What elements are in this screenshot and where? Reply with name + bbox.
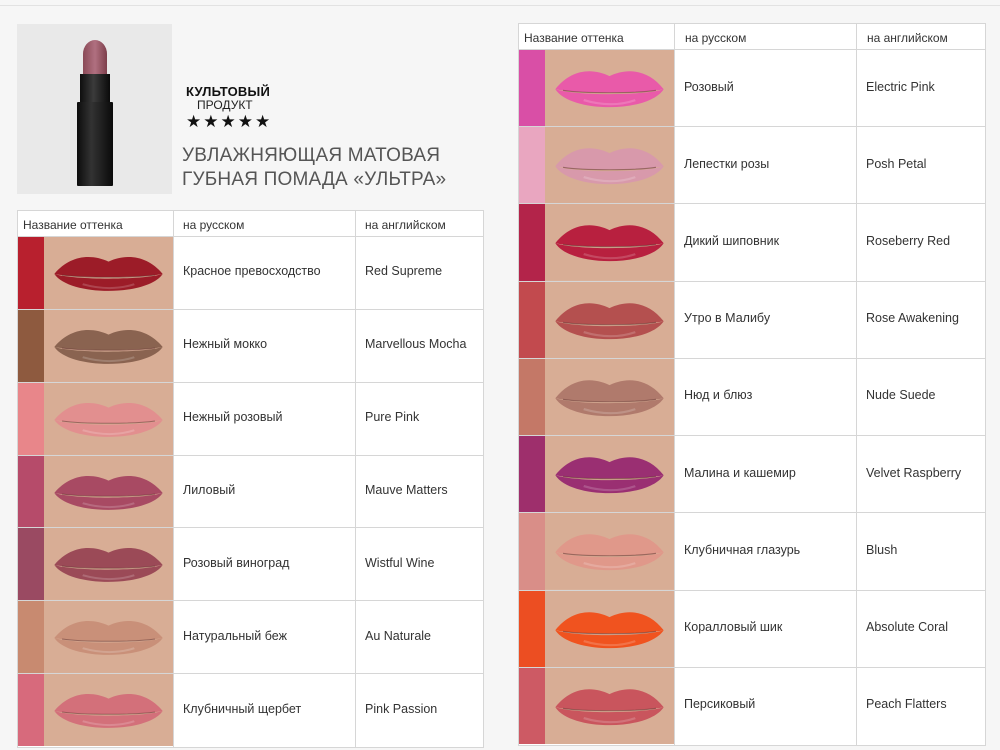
cult-badge-subtitle: ПРОДУКТ [197,98,253,112]
lip-swatch-photo [545,281,674,358]
shade-row: Розовый виноград Wistful Wine [18,528,483,602]
shade-swatch [519,358,545,436]
shade-name-english: Peach Flatters [866,697,947,712]
table-header: Название оттенка на русском на английско… [519,24,985,50]
shade-name-russian: Натуральный беж [183,628,287,643]
lip-swatch-photo [545,590,674,667]
shade-name-russian: Лепестки розы [684,156,770,171]
shade-name-russian: Персиковый [684,697,756,712]
header-english: на английском [867,31,948,45]
shade-row: Розовый Electric Pink [519,50,985,128]
lip-swatch-photo [44,309,173,382]
header-russian: на русском [685,31,747,45]
product-photo [17,24,172,194]
shade-name-english: Nude Suede [866,388,936,403]
shade-row: Утро в Малибу Rose Awakening [519,281,985,359]
shade-swatch [519,281,545,358]
header-russian: на русском [183,218,245,232]
cult-badge-title: КУЛЬТОВЫЙ [186,84,270,99]
shade-name-english: Roseberry Red [866,234,951,249]
shade-name-english: Posh Petal [866,156,927,171]
shade-name-russian: Коралловый шик [684,620,783,635]
shade-name-russian: Клубничный щербет [183,701,302,716]
shade-name-russian: Нюд и блюз [684,388,753,403]
shade-row: Клубничная глазурь Blush [519,513,985,591]
shade-name-russian: Нежный мокко [183,337,268,352]
shade-row: Персиковый Peach Flatters [519,667,985,744]
lip-swatch-photo [44,674,173,746]
lip-swatch-photo [44,237,173,309]
header-shade-name: Название оттенка [524,31,624,45]
product-title-line2: ГУБНАЯ ПОМАДА «УЛЬТРА» [182,169,447,190]
shade-name-russian: Клубничная глазурь [684,542,801,557]
shade-table-right: Название оттенка на русском на английско… [518,23,986,746]
top-divider [0,5,1000,6]
shade-name-english: Velvet Raspberry [866,465,962,480]
shade-swatch [519,127,545,204]
rating-stars: ★★★★★ [186,112,273,131]
shade-name-russian: Красное превосходство [183,264,321,279]
shade-name-english: Wistful Wine [365,555,435,570]
lip-swatch-photo [44,528,173,601]
shade-row: Красное превосходство Red Supreme [18,237,483,310]
shade-name-english: Rose Awakening [866,311,959,326]
lip-swatch-photo [545,358,674,436]
shade-name-russian: Нежный розовый [183,410,283,425]
lipstick-product-image [77,40,113,186]
shade-name-russian: Утро в Малибу [684,311,771,326]
product-title-line1: УВЛАЖНЯЮЩАЯ МАТОВАЯ [182,145,441,166]
shade-name-english: Marvellous Mocha [365,337,467,352]
lip-swatch-photo [44,601,173,674]
lip-swatch-photo [44,382,173,455]
header-shade-name: Название оттенка [23,218,123,232]
lip-swatch-photo [545,50,674,127]
lip-swatch-photo [545,513,674,590]
shade-name-russian: Лиловый [183,482,236,497]
shade-swatch [18,674,44,746]
shade-name-english: Absolute Coral [866,620,948,635]
shade-name-english: Au Naturale [365,628,432,643]
shade-swatch [18,237,44,309]
shade-row: Малина и кашемир Velvet Raspberry [519,436,985,514]
shade-swatch [519,50,545,127]
shade-name-english: Red Supreme [365,264,443,279]
shade-swatch [18,601,44,674]
shade-name-russian: Малина и кашемир [684,465,796,480]
lip-swatch-photo [545,436,674,513]
shade-swatch [519,204,545,281]
lip-swatch-photo [545,204,674,281]
product-title: УВЛАЖНЯЮЩАЯ МАТОВАЯ ГУБНАЯ ПОМАДА «УЛЬТР… [182,144,446,192]
shade-name-russian: Розовый виноград [183,555,290,570]
shade-swatch [519,436,545,513]
table-header: Название оттенка на русском на английско… [18,211,483,237]
header-english: на английском [365,218,446,232]
shade-row: Клубничный щербет Pink Passion [18,674,483,746]
shade-row: Лепестки розы Posh Petal [519,127,985,205]
shade-row: Нюд и блюз Nude Suede [519,358,985,437]
shade-row: Нежный розовый Pure Pink [18,382,483,456]
lip-swatch-photo [545,127,674,204]
shade-swatch [18,382,44,455]
lip-swatch-photo [545,667,674,744]
shade-swatch [18,309,44,382]
shade-name-english: Pure Pink [365,410,420,425]
shade-row: Натуральный беж Au Naturale [18,601,483,675]
shade-name-english: Mauve Matters [365,482,448,497]
shade-name-english: Blush [866,542,898,557]
shade-table-left: Название оттенка на русском на английско… [17,210,484,748]
lip-swatch-photo [44,455,173,528]
shade-name-english: Pink Passion [365,701,438,716]
shade-row: Нежный мокко Marvellous Mocha [18,309,483,383]
shade-swatch [18,528,44,601]
shade-swatch [519,667,545,744]
shade-swatch [519,590,545,667]
shade-name-russian: Розовый [684,79,734,94]
shade-name-russian: Дикий шиповник [684,234,780,249]
shade-row: Коралловый шик Absolute Coral [519,590,985,668]
shade-row: Дикий шиповник Roseberry Red [519,204,985,282]
shade-name-english: Electric Pink [866,79,935,94]
shade-row: Лиловый Mauve Matters [18,455,483,529]
shade-swatch [18,455,44,528]
shade-swatch [519,513,545,590]
